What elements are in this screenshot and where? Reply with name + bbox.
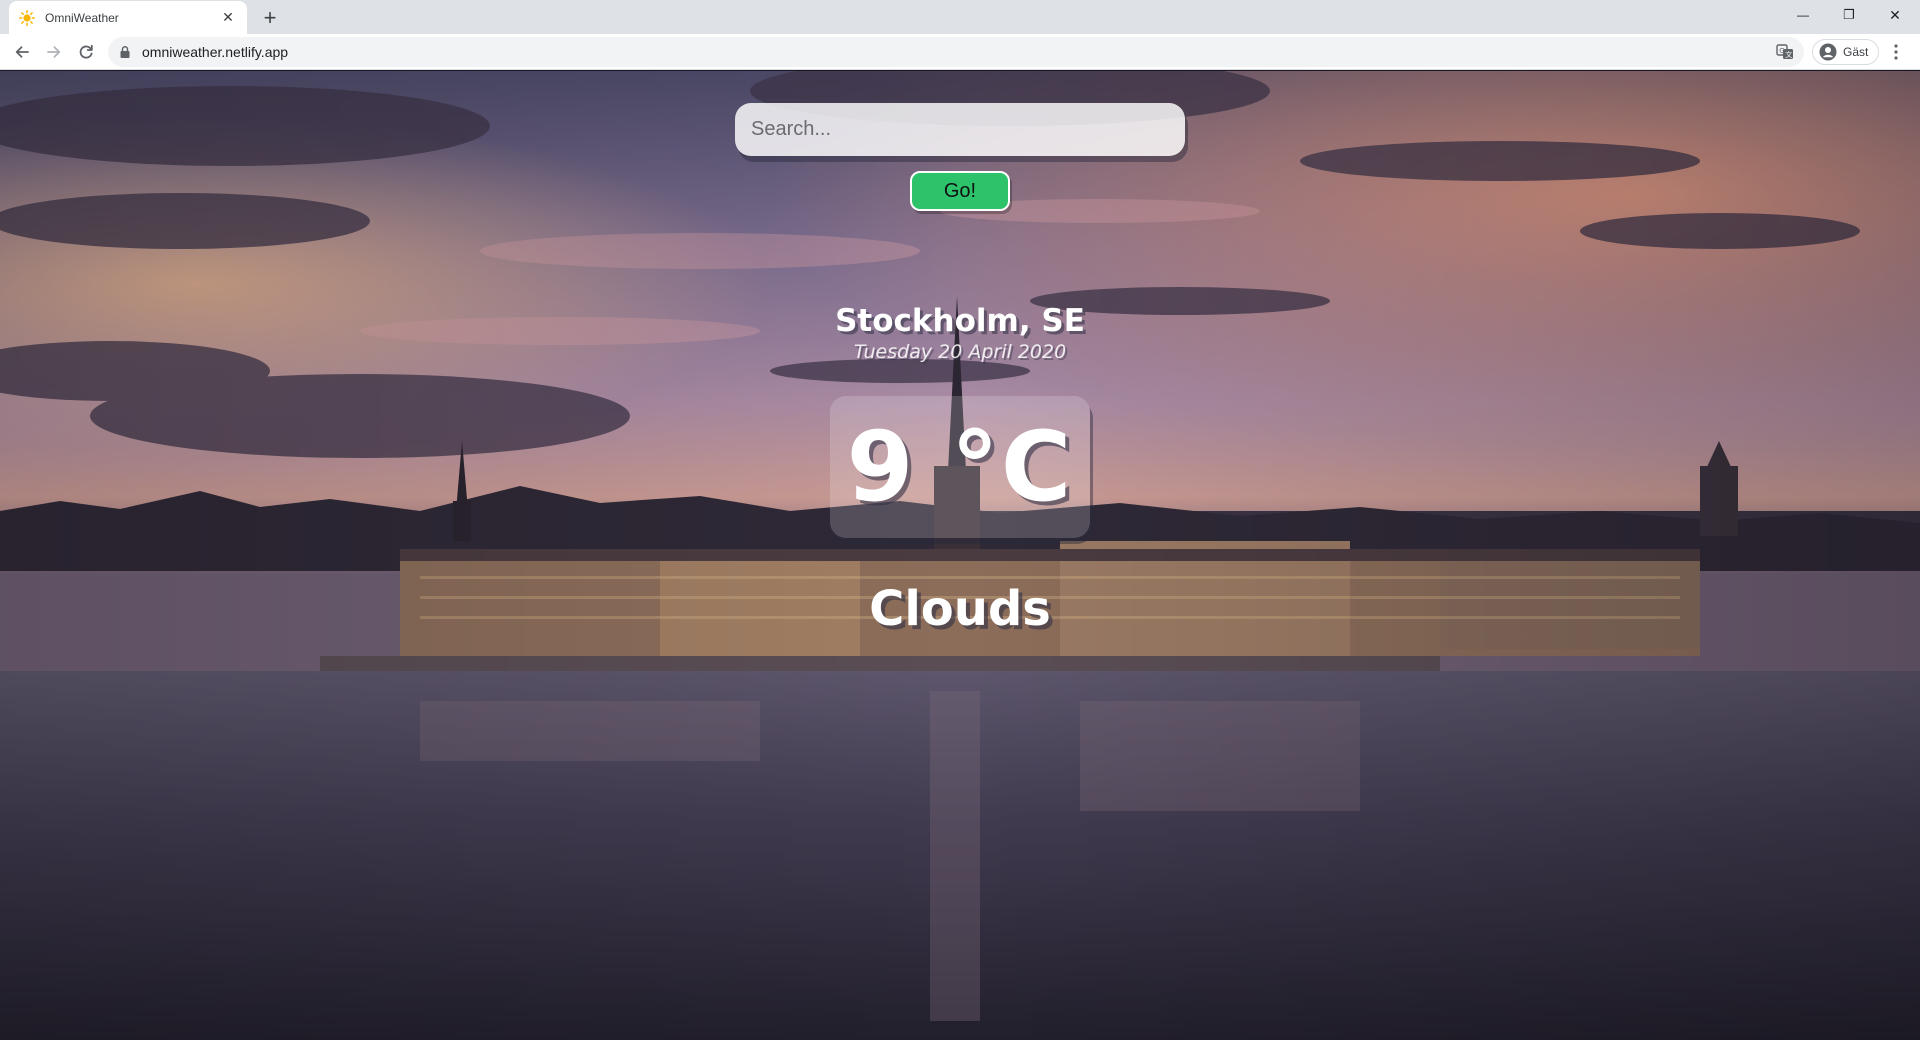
svg-text:G: G — [1779, 47, 1784, 55]
new-tab-button[interactable]: + — [258, 6, 282, 30]
restore-button[interactable]: ❐ — [1826, 0, 1872, 30]
close-window-button[interactable]: ✕ — [1872, 0, 1918, 30]
avatar-icon — [1819, 43, 1837, 61]
tab-title: OmniWeather — [45, 10, 119, 25]
minimize-icon: — — [1797, 8, 1809, 22]
date-label: Tuesday 20 April 2020 — [853, 341, 1067, 363]
temperature-value: 9 °C — [846, 411, 1074, 523]
search-input[interactable] — [735, 103, 1185, 156]
page-viewport: Go! Stockholm, SE Tuesday 20 April 2020 … — [0, 71, 1920, 1040]
sun-favicon-icon — [19, 9, 35, 26]
svg-text:文: 文 — [1785, 50, 1792, 59]
menu-dots-icon[interactable] — [1886, 42, 1906, 62]
translate-icon[interactable]: G 文 — [1776, 43, 1794, 61]
minimize-button[interactable]: — — [1780, 0, 1826, 30]
lock-icon[interactable] — [118, 45, 132, 59]
forward-button[interactable] — [40, 38, 68, 66]
address-bar[interactable]: omniweather.netlify.app G 文 — [108, 37, 1804, 67]
tab-strip: OmniWeather ✕ + — ❐ ✕ — [0, 0, 1920, 34]
restore-icon: ❐ — [1843, 7, 1855, 22]
url-text[interactable]: omniweather.netlify.app — [142, 44, 288, 60]
forward-arrow-icon — [47, 46, 61, 58]
weather-condition: Clouds — [869, 581, 1051, 637]
location-title: Stockholm, SE — [835, 303, 1085, 339]
reload-icon — [79, 44, 93, 59]
close-icon: ✕ — [1889, 6, 1901, 23]
browser-tab[interactable]: OmniWeather ✕ — [9, 1, 247, 34]
temperature-card: 9 °C — [830, 396, 1090, 538]
back-button[interactable] — [8, 38, 36, 66]
tab-close-icon[interactable]: ✕ — [219, 9, 237, 27]
stockholm-background-image — [0, 71, 1920, 1040]
profile-name: Gäst — [1843, 45, 1869, 59]
back-arrow-icon — [15, 46, 29, 58]
go-button[interactable]: Go! — [910, 171, 1010, 211]
reload-button[interactable] — [72, 38, 100, 66]
profile-button[interactable]: Gäst — [1812, 39, 1880, 65]
browser-toolbar: omniweather.netlify.app G 文 Gäst — [0, 34, 1920, 70]
